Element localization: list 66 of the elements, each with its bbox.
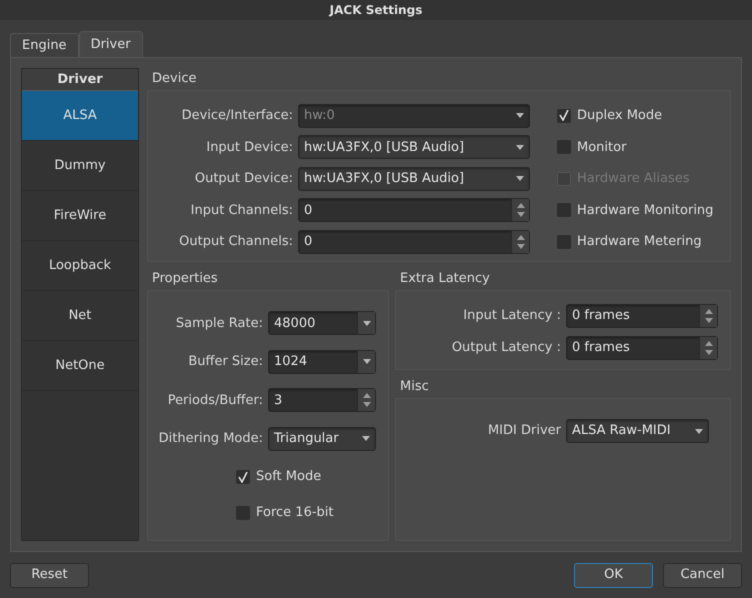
driver-item[interactable]: Net	[22, 291, 138, 341]
up-down-arrows-icon	[704, 341, 712, 355]
group-title: Device	[151, 70, 198, 88]
spin-box[interactable]: 0 frames	[566, 336, 718, 360]
field-label: Input Device:	[205, 138, 293, 156]
checkbox-label: Hardware Metering	[577, 233, 702, 251]
spin-box[interactable]: 3	[268, 388, 376, 412]
spin-box[interactable]: 0	[298, 230, 530, 254]
group-title: Misc	[399, 378, 430, 396]
caret-icon	[695, 428, 703, 434]
tab[interactable]: Engine	[10, 33, 79, 57]
checkbox-label: Force 16-bit	[256, 504, 334, 522]
caret-icon	[516, 113, 524, 118]
up-down-arrows-icon	[704, 309, 712, 323]
dialog-button[interactable]: OK	[574, 562, 653, 588]
dropdown[interactable]: 48000	[268, 311, 376, 336]
field-label: Dithering Mode:	[158, 430, 263, 448]
caret-icon	[362, 359, 370, 364]
field-label: Periods/Buffer:	[166, 392, 263, 410]
caret-icon	[362, 436, 370, 442]
checkbox[interactable]	[557, 140, 571, 154]
dialog-button[interactable]: Reset	[10, 562, 89, 588]
checkbox[interactable]	[236, 506, 250, 520]
field-label: Output Channels:	[178, 233, 293, 251]
checkbox[interactable]	[557, 203, 571, 218]
dropdown[interactable]: 1024	[268, 350, 376, 374]
spin-box[interactable]: 0 frames	[566, 304, 718, 328]
list-header: Driver	[22, 69, 138, 91]
caret-icon	[362, 320, 370, 326]
up-down-arrows-icon	[362, 393, 370, 408]
checkbox-label: Soft Mode	[256, 468, 322, 486]
up-down-arrows-icon	[516, 203, 524, 218]
checkbox-label: Hardware Monitoring	[577, 202, 714, 220]
dropdown[interactable]: ALSA Raw-MIDI	[566, 419, 709, 443]
window-title: JACK Settings	[0, 0, 752, 20]
dropdown[interactable]: hw:UA3FX,0 [USB Audio]	[298, 166, 530, 191]
group-title: Extra Latency	[399, 270, 491, 288]
tab[interactable]: Driver	[78, 31, 143, 57]
driver-item[interactable]: NetOne	[22, 341, 138, 391]
dropdown[interactable]: Triangular	[268, 426, 376, 451]
spin-box[interactable]: 0	[298, 198, 530, 222]
field-label: MIDI Driver	[486, 422, 561, 440]
driver-item[interactable]: FireWire	[22, 191, 138, 241]
dropdown[interactable]: hw:UA3FX,0 [USB Audio]	[298, 135, 530, 160]
check-icon	[559, 110, 569, 122]
field-label: Output Latency :	[450, 339, 561, 358]
checkbox[interactable]	[557, 234, 571, 249]
caret-icon	[516, 176, 524, 182]
field-label: Device/Interface:	[180, 107, 293, 125]
up-down-arrows-icon	[516, 234, 524, 249]
field-label: Output Device:	[194, 170, 293, 188]
checkbox[interactable]	[557, 108, 571, 123]
checkbox-label: Monitor	[577, 138, 626, 156]
driver-item[interactable]: ALSA	[22, 91, 138, 141]
field-label: Sample Rate:	[174, 314, 263, 332]
field-label: Input Channels:	[190, 202, 293, 220]
dialog-button[interactable]: Cancel	[663, 562, 742, 588]
field-label: Buffer Size:	[187, 353, 263, 371]
driver-item[interactable]: Dummy	[22, 141, 138, 191]
field-label: Input Latency :	[462, 307, 561, 326]
checkbox[interactable]	[236, 470, 250, 484]
driver-item[interactable]: Loopback	[22, 241, 138, 291]
caret-icon	[516, 144, 524, 150]
checkbox-label: Duplex Mode	[577, 107, 662, 125]
group-title: Properties	[151, 270, 219, 288]
check-icon	[238, 472, 248, 482]
